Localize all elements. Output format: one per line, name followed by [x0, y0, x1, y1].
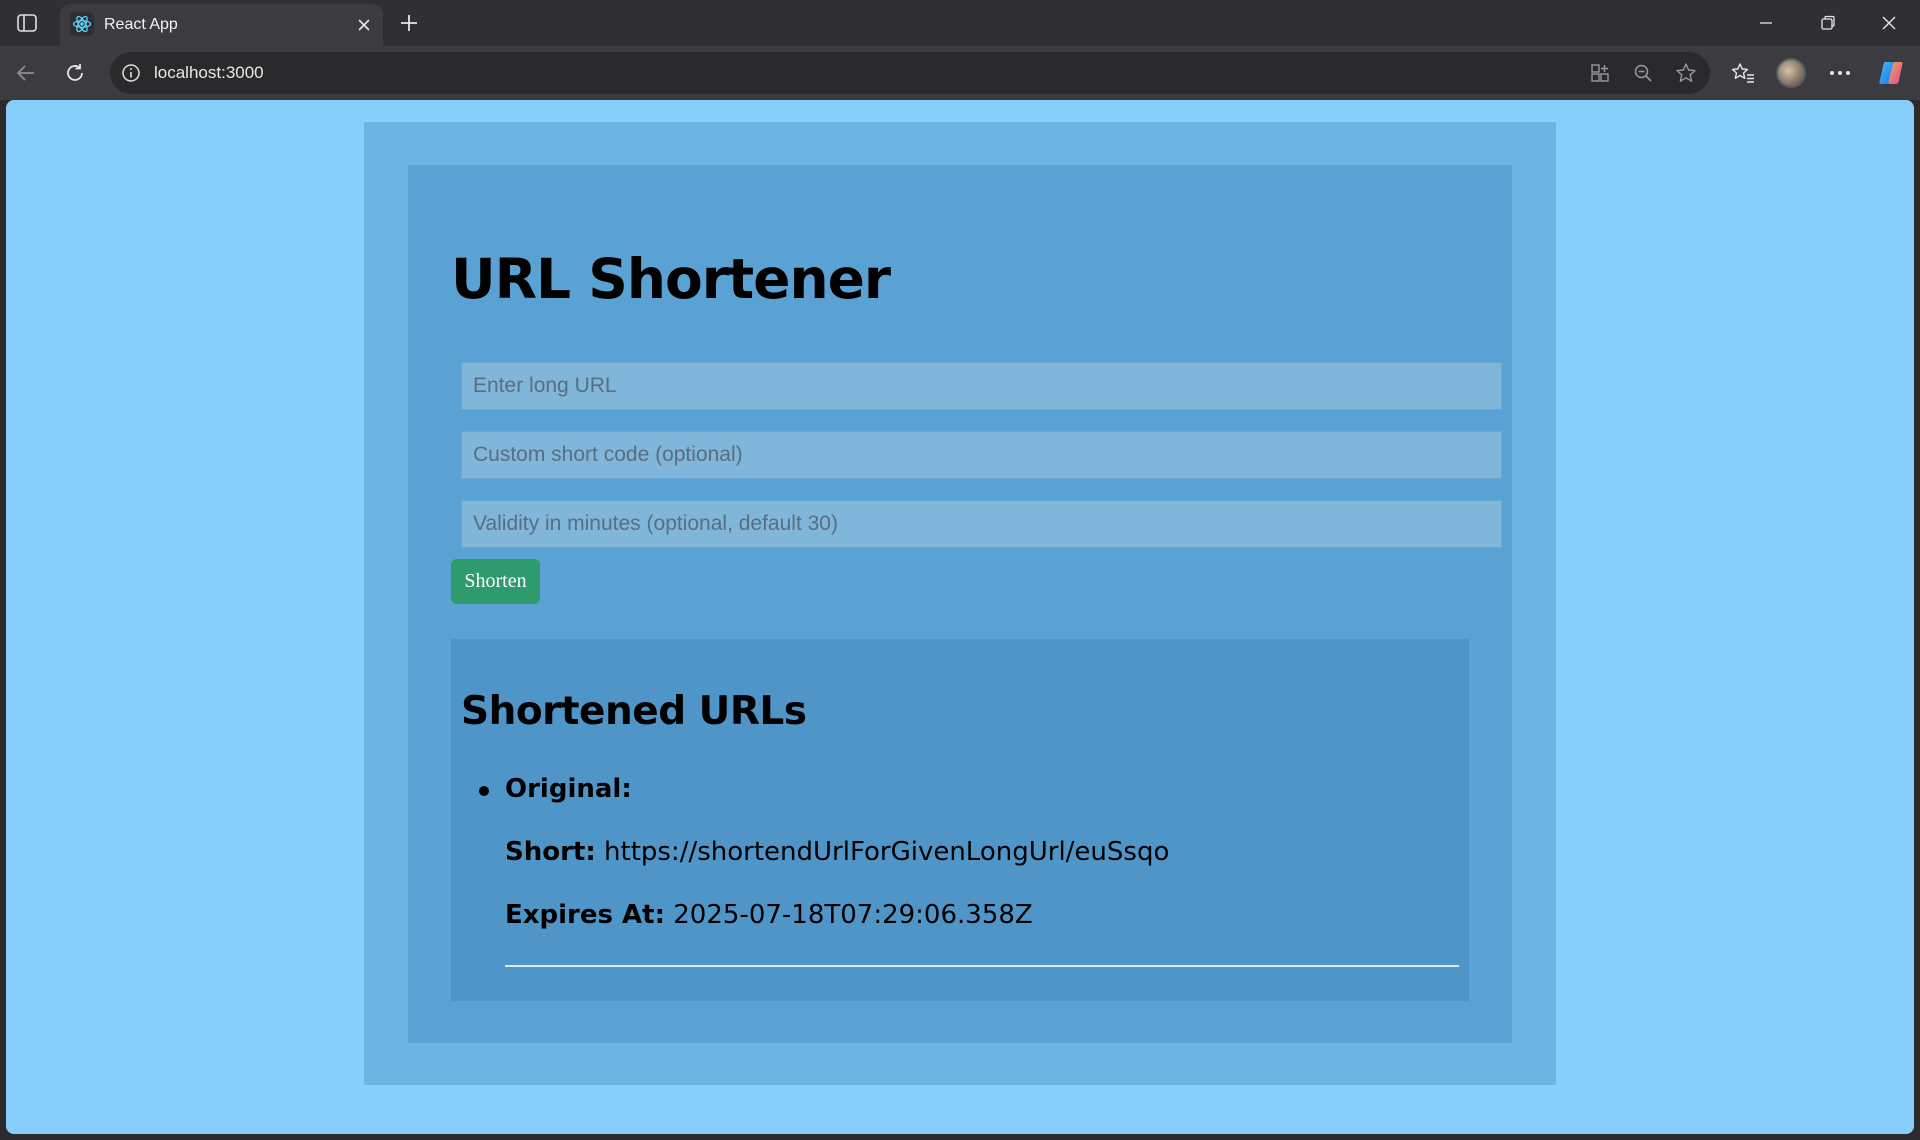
copilot-icon[interactable] — [1876, 58, 1906, 88]
zoom-out-icon[interactable] — [1631, 61, 1655, 85]
more-options-icon[interactable] — [1824, 57, 1856, 89]
short-row: Short: https://shortendUrlForGivenLongUr… — [505, 837, 1169, 867]
browser-titlebar: React App — [0, 0, 1920, 46]
close-window-icon[interactable] — [1858, 0, 1920, 46]
custom-code-input[interactable] — [461, 431, 1502, 479]
restore-icon[interactable] — [1797, 0, 1859, 46]
minimize-icon[interactable] — [1735, 0, 1797, 46]
browser-toolbar: localhost:3000 — [0, 46, 1920, 100]
original-label: Original: — [505, 774, 632, 804]
results-heading: Shortened URLs — [461, 689, 807, 734]
short-url-value: https://shortendUrlForGivenLongUrl/euSsq… — [604, 837, 1170, 867]
favorites-icon[interactable] — [1727, 57, 1759, 89]
site-info-icon[interactable] — [120, 62, 142, 84]
page-viewport: URL Shortener Shorten Shortened URLs Ori… — [6, 100, 1914, 1134]
react-logo-icon — [70, 12, 94, 36]
divider — [505, 965, 1459, 967]
url-text[interactable]: localhost:3000 — [154, 52, 264, 94]
results-panel: Shortened URLs Original: Short: https://… — [451, 639, 1469, 1001]
app-container: URL Shortener Shorten Shortened URLs Ori… — [364, 122, 1556, 1085]
tab-title: React App — [104, 16, 178, 33]
short-label: Short: — [505, 837, 596, 867]
profile-avatar[interactable] — [1776, 58, 1806, 88]
long-url-input[interactable] — [461, 362, 1502, 410]
validity-input[interactable] — [461, 500, 1502, 548]
tab-close-icon[interactable] — [353, 14, 375, 36]
original-row: Original: — [505, 774, 632, 804]
app-available-icon[interactable] — [1588, 61, 1612, 85]
browser-tab[interactable]: React App — [60, 4, 383, 46]
favorite-star-icon[interactable] — [1674, 61, 1698, 85]
expires-value: 2025-07-18T07:29:06.358Z — [673, 900, 1033, 930]
new-tab-icon[interactable] — [394, 8, 424, 38]
bullet-marker — [479, 786, 489, 796]
page-title: URL Shortener — [451, 247, 891, 311]
shorten-button[interactable]: Shorten — [451, 559, 540, 604]
address-bar[interactable]: localhost:3000 — [110, 52, 1710, 94]
shortener-card: URL Shortener Shorten Shortened URLs Ori… — [408, 165, 1512, 1043]
expires-row: Expires At: 2025-07-18T07:29:06.358Z — [505, 900, 1033, 930]
refresh-icon[interactable] — [59, 57, 91, 89]
sidebar-toggle-icon[interactable] — [14, 10, 40, 36]
expires-label: Expires At: — [505, 900, 665, 930]
back-icon[interactable] — [10, 57, 42, 89]
